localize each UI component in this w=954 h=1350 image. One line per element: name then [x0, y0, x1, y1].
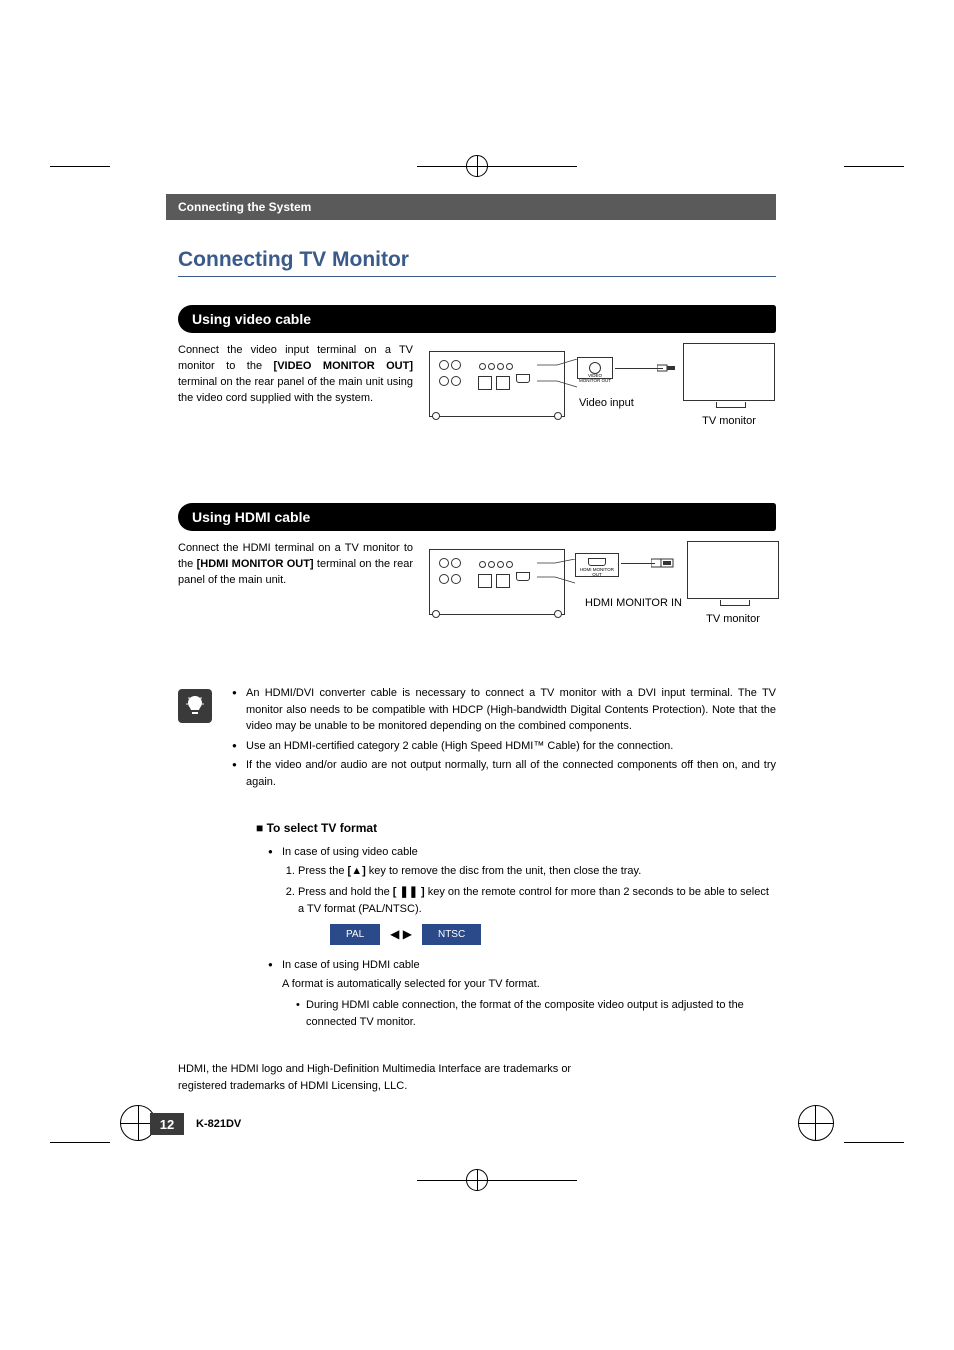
tip-icon — [178, 689, 212, 723]
pal-ntsc-toggle: PAL ◀ ▶ NTSC — [330, 924, 776, 946]
rca-plug-icon — [657, 362, 679, 374]
hdmi-cable-row: Connect the HDMI terminal on a TV monito… — [178, 541, 776, 661]
page-footer: 12 K-821DV — [150, 1113, 241, 1135]
case-hdmi-head: In case of using HDMI cable — [268, 957, 776, 974]
step-2: Press and hold the [ ❚❚ ] key on the rem… — [298, 884, 776, 946]
hdmi-cable-text: Connect the HDMI terminal on a TV monito… — [178, 541, 413, 661]
tv-monitor-icon-2 — [687, 541, 779, 599]
video-cable-row: Connect the video input terminal on a TV… — [178, 343, 776, 463]
tv-monitor-label: TV monitor — [683, 415, 775, 427]
tv-format-title: To select TV format — [256, 819, 776, 838]
tv-format-block: To select TV format In case of using vid… — [256, 819, 776, 1031]
section-bar-video: Using video cable — [178, 305, 776, 333]
page-title: Connecting TV Monitor — [178, 248, 776, 277]
notes-block: An HDMI/DVI converter cable is necessary… — [178, 685, 776, 793]
hdmi-out-port: HDMI MONITOR OUT — [575, 553, 619, 577]
video-out-port: VIDEO MONITOR OUT — [577, 357, 613, 379]
section-header: Connecting the System — [166, 194, 776, 220]
case-video-head: In case of using video cable — [268, 844, 776, 861]
trademark-note: HDMI, the HDMI logo and High-Definition … — [178, 1061, 578, 1094]
video-cable-diagram: VIDEO MONITOR OUT Video input TV monitor — [429, 343, 776, 463]
case-video: In case of using video cable Press the [… — [268, 844, 776, 946]
pal-pill: PAL — [330, 924, 380, 946]
note-item: If the video and/or audio are not output… — [232, 757, 776, 790]
section-bar-hdmi: Using HDMI cable — [178, 503, 776, 531]
hdmi-cable-diagram: HDMI MONITOR OUT HDMI MONITOR IN TV moni… — [429, 541, 776, 661]
case-hdmi-line2: During HDMI cable connection, the format… — [296, 997, 776, 1031]
tv-monitor-label-2: TV monitor — [687, 613, 779, 625]
hdmi-in-label: HDMI MONITOR IN — [585, 597, 682, 609]
case-hdmi-line1: A format is automatically selected for y… — [282, 976, 776, 993]
case-hdmi: In case of using HDMI cable A format is … — [268, 957, 776, 1031]
callout-line-icon-2 — [537, 559, 579, 587]
note-item: An HDMI/DVI converter cable is necessary… — [232, 685, 776, 735]
video-input-label: Video input — [579, 397, 634, 409]
arrow-icons: ◀ ▶ — [380, 925, 422, 944]
page-number: 12 — [150, 1113, 184, 1135]
step-1: Press the [▲] key to remove the disc fro… — [298, 863, 776, 880]
notes-list: An HDMI/DVI converter cable is necessary… — [232, 685, 776, 793]
model-number: K-821DV — [196, 1118, 241, 1130]
tv-monitor-icon — [683, 343, 775, 401]
hdmi-plug-icon — [651, 556, 677, 570]
callout-line-icon — [537, 359, 581, 389]
ntsc-pill: NTSC — [422, 924, 481, 946]
note-item: Use an HDMI-certified category 2 cable (… — [232, 738, 776, 755]
video-cable-text: Connect the video input terminal on a TV… — [178, 343, 413, 463]
page-content: Connecting the System Connecting TV Moni… — [178, 194, 776, 1094]
